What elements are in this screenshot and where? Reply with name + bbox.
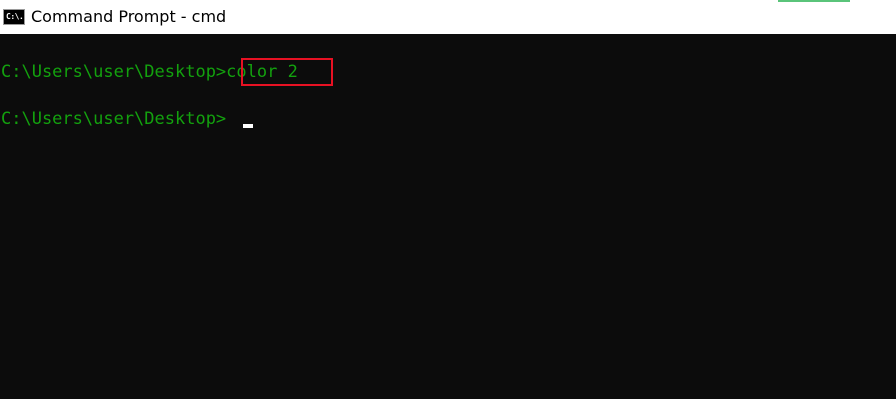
- title-bar[interactable]: C:\. Command Prompt - cmd: [0, 0, 896, 34]
- command-prompt-window: C:\. Command Prompt - cmd C:\Users\user\…: [0, 0, 896, 399]
- prompt-text: C:\Users\user\Desktop>: [1, 62, 227, 82]
- command-highlight-box: [241, 58, 333, 86]
- cmd-icon-glyph: C:\.: [6, 12, 24, 21]
- cmd-icon[interactable]: C:\.: [3, 9, 25, 25]
- console-output-area[interactable]: C:\Users\user\Desktop>color 2 C:\Users\u…: [0, 34, 896, 399]
- prompt-text: C:\Users\user\Desktop>: [1, 109, 227, 129]
- titlebar-accent: [778, 0, 850, 2]
- window-title: Command Prompt - cmd: [31, 7, 227, 26]
- text-cursor: [243, 124, 253, 128]
- console-line: C:\Users\user\Desktop>: [1, 107, 226, 131]
